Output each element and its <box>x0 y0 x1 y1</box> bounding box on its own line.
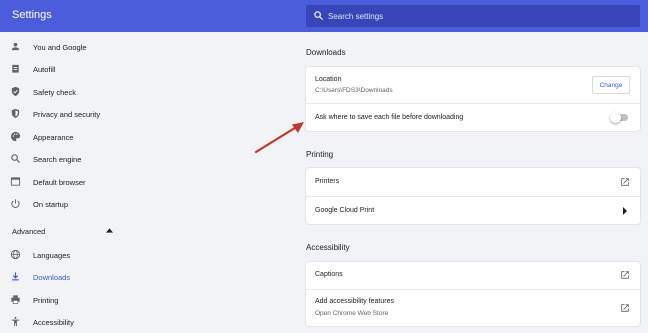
sidebar-item-downloads[interactable]: Downloads <box>0 267 150 287</box>
cloud-print-row[interactable]: Google Cloud Print <box>306 196 640 224</box>
sidebar-item-search-engine[interactable]: Search engine <box>0 149 150 169</box>
sidebar-item-label: Privacy and security <box>33 110 101 119</box>
sidebar-item-autofill[interactable]: Autofill <box>0 59 150 79</box>
accessibility-card: Captions Add accessibility features Open… <box>306 262 640 326</box>
advanced-label: Advanced <box>12 227 46 236</box>
search-icon <box>11 154 21 164</box>
annotation-arrow-icon <box>254 122 304 154</box>
arrow-right-icon <box>623 207 627 215</box>
shield-check-icon <box>11 86 20 97</box>
sidebar-item-label: Accessibility <box>33 318 74 327</box>
power-icon <box>11 199 20 209</box>
browser-icon <box>10 177 21 186</box>
advanced-toggle[interactable]: Advanced <box>0 223 120 241</box>
sidebar-item-label: You and Google <box>33 43 87 52</box>
external-link-icon <box>621 178 629 186</box>
location-label: Location <box>315 76 342 83</box>
search-box[interactable] <box>306 5 640 27</box>
sidebar-item-accessibility[interactable]: Accessibility <box>0 312 150 332</box>
app-title: Settings <box>12 9 52 21</box>
printing-section-title: Printing <box>306 150 334 159</box>
shield-icon <box>11 108 20 119</box>
sidebar-item-privacy[interactable]: Privacy and security <box>0 104 150 124</box>
printer-icon <box>11 295 20 304</box>
sidebar-item-safety-check[interactable]: Safety check <box>0 82 150 102</box>
sidebar-item-label: Default browser <box>33 178 86 187</box>
search-input[interactable] <box>328 8 628 24</box>
person-icon <box>11 42 20 51</box>
ask-save-toggle[interactable] <box>610 112 628 123</box>
location-row: Location C:\Users\FDS3\Downloads Change <box>306 67 640 103</box>
chevron-up-icon <box>106 228 113 233</box>
printing-card: Printers Google Cloud Print <box>306 168 640 224</box>
add-features-label: Add accessibility features <box>315 298 394 305</box>
search-icon <box>314 11 324 21</box>
add-features-sub: Open Chrome Web Store <box>315 310 389 317</box>
external-link-icon <box>621 304 629 312</box>
ask-save-row[interactable]: Ask where to save each file before downl… <box>306 103 640 131</box>
sidebar-item-label: Printing <box>33 296 59 305</box>
cloud-print-label: Google Cloud Print <box>315 207 375 214</box>
sidebar-item-you-and-google[interactable]: You and Google <box>0 37 150 57</box>
palette-icon <box>10 131 21 142</box>
sidebar-item-languages[interactable]: Languages <box>0 245 150 265</box>
downloads-card: Location C:\Users\FDS3\Downloads Change … <box>306 67 640 131</box>
change-location-button[interactable]: Change <box>592 76 630 94</box>
sidebar-item-default-browser[interactable]: Default browser <box>0 172 150 192</box>
captions-row[interactable]: Captions <box>306 262 640 289</box>
location-value: C:\Users\FDS3\Downloads <box>315 87 393 94</box>
sidebar-item-label: Languages <box>33 251 71 260</box>
sidebar-item-label: Safety check <box>33 88 76 97</box>
sidebar-item-label: Search engine <box>33 155 82 164</box>
sidebar-item-label: On startup <box>33 200 69 209</box>
clipboard-icon <box>12 64 19 73</box>
printers-row[interactable]: Printers <box>306 168 640 196</box>
download-icon <box>12 272 19 281</box>
add-features-row[interactable]: Add accessibility features Open Chrome W… <box>306 289 640 326</box>
printers-label: Printers <box>315 178 340 185</box>
sidebar: You and Google Autofill Safety check Pri… <box>0 32 150 333</box>
sidebar-item-label: Downloads <box>33 273 71 282</box>
toggle-knob <box>610 112 621 123</box>
top-bar: Settings <box>0 0 648 32</box>
external-link-icon <box>621 271 629 279</box>
sidebar-item-on-startup[interactable]: On startup <box>0 194 150 214</box>
accessibility-section-title: Accessibility <box>306 243 350 252</box>
sidebar-item-appearance[interactable]: Appearance <box>0 127 150 147</box>
sidebar-item-printing[interactable]: Printing <box>0 290 150 310</box>
downloads-section-title: Downloads <box>306 48 346 57</box>
accessibility-icon <box>11 316 20 327</box>
captions-label: Captions <box>315 271 343 278</box>
sidebar-item-label: Appearance <box>33 133 74 142</box>
sidebar-item-label: Autofill <box>33 65 56 74</box>
ask-save-label: Ask where to save each file before downl… <box>315 114 464 121</box>
globe-icon <box>10 249 21 260</box>
